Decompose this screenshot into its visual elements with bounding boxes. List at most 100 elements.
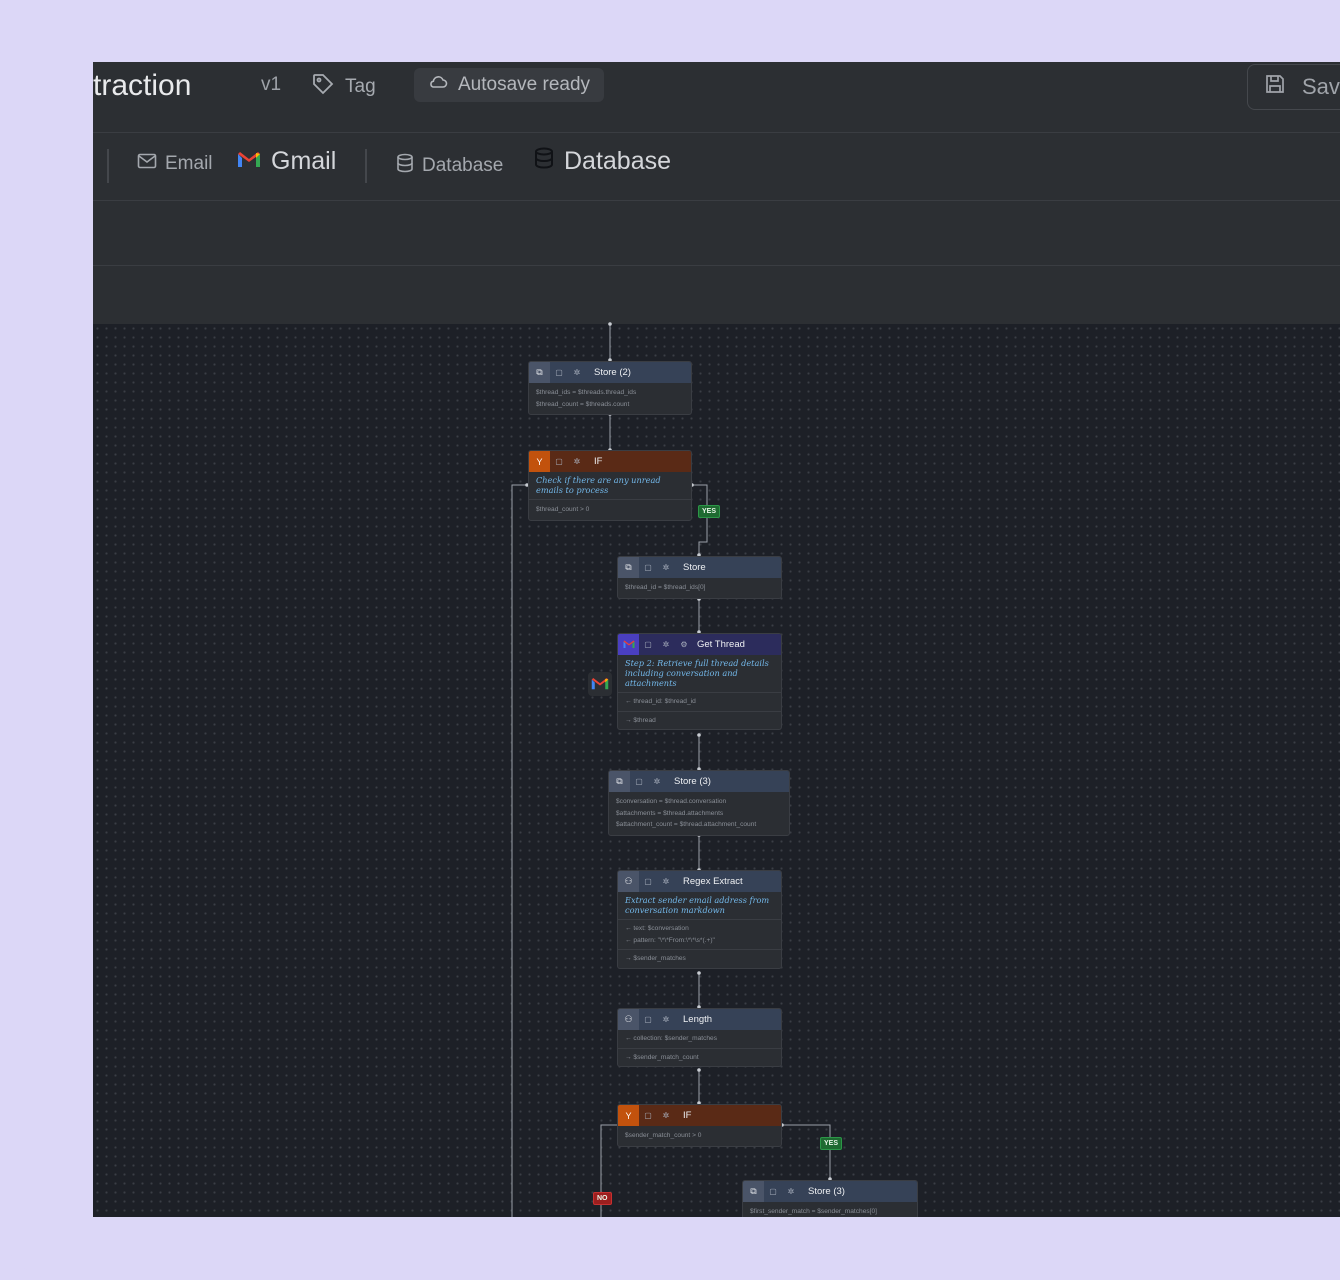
save-icon xyxy=(1264,73,1286,101)
gmail-icon xyxy=(237,147,261,176)
bug-icon[interactable]: ✲ xyxy=(657,634,675,655)
assignment-line: $attachments = $thread.attachments xyxy=(616,809,724,817)
bug-icon[interactable]: ✲ xyxy=(782,1181,800,1202)
database-icon xyxy=(396,153,414,179)
node-title: Store (3) xyxy=(674,776,711,787)
toolbar-row xyxy=(93,201,1340,266)
cloud-icon xyxy=(428,74,448,96)
node-input: ← thread_id: $thread_id xyxy=(618,693,781,712)
node-input: ← collection: $sender_matches xyxy=(618,1030,781,1049)
length-node[interactable]: ⚇ ▢ ✲ Length ← collection: $sender_match… xyxy=(617,1008,782,1067)
copy-icon[interactable]: ▢ xyxy=(764,1181,782,1202)
settings-icon[interactable]: ⚙ xyxy=(675,634,693,655)
divider xyxy=(107,149,109,183)
assignment-line: $conversation = $thread.conversation xyxy=(616,798,727,805)
store-node[interactable]: ⧉ ▢ ✲ Store $thread_id = $thread_ids[0] xyxy=(617,556,782,599)
node-body: $conversation = $thread.conversation $at… xyxy=(609,792,789,835)
node-header: ⧉ ▢ ✲ Store (3) xyxy=(609,771,789,792)
copy-icon[interactable]: ▢ xyxy=(639,871,657,892)
copy-icon[interactable]: ▢ xyxy=(639,1009,657,1030)
database-category[interactable]: Database xyxy=(396,153,503,179)
bug-icon[interactable]: ✲ xyxy=(568,451,586,472)
autosave-status: Autosave ready xyxy=(414,68,605,102)
node-title: Store xyxy=(683,562,706,573)
bug-icon[interactable]: ✲ xyxy=(568,362,586,383)
store-node[interactable]: ⧉ ▢ ✲ Store (3) $conversation = $thread.… xyxy=(608,770,790,836)
node-output: → $sender_match_count xyxy=(625,1053,699,1061)
save-label: Sav xyxy=(1302,74,1340,99)
node-header: ▢ ✲ ⚙ Get Thread xyxy=(618,634,781,655)
node-body: $thread_ids = $threads.thread_ids $threa… xyxy=(529,383,691,414)
mail-icon xyxy=(137,153,157,175)
copy-icon[interactable]: ▢ xyxy=(550,362,568,383)
node-title: Regex Extract xyxy=(683,876,743,887)
get-thread-node[interactable]: ▢ ✲ ⚙ Get Thread Step 2: Retrieve full t… xyxy=(617,633,782,730)
bug-icon[interactable]: ✲ xyxy=(657,1009,675,1030)
node-palette-bar: Email Gmail Database Database xyxy=(93,133,1340,201)
node-header: ⚇ ▢ ✲ Length xyxy=(618,1009,781,1030)
node-title: IF xyxy=(683,1110,692,1121)
bug-icon[interactable]: ✲ xyxy=(657,871,675,892)
node-header: ⧉ ▢ ✲ Store xyxy=(618,557,781,578)
database-icon xyxy=(534,147,554,176)
assignment-line: $attachment_count = $thread.attachment_c… xyxy=(616,821,757,828)
workflow-title[interactable]: traction xyxy=(93,66,191,106)
email-category[interactable]: Email xyxy=(137,153,213,175)
assignment-line: $thread_ids = $threads.thread_ids xyxy=(536,389,637,396)
branch-icon: Y xyxy=(529,451,550,472)
assignment-line: $thread_id = $thread_ids[0] xyxy=(625,584,706,591)
gmail-icon xyxy=(588,672,612,696)
tag-label: Tag xyxy=(345,76,376,97)
no-badge: NO xyxy=(593,1192,612,1205)
node-inputs: ← text: $conversation ← pattern: "\*\*Fr… xyxy=(618,920,781,950)
node-header: ⧉ ▢ ✲ Store (3) xyxy=(743,1181,917,1202)
condition: $thread_count > 0 xyxy=(536,506,590,513)
node-description: Extract sender email address from conver… xyxy=(618,892,781,920)
store-icon: ⧉ xyxy=(609,771,630,792)
autosave-label: Autosave ready xyxy=(458,74,591,95)
node-header: ⧉ ▢ ✲ Store (2) xyxy=(529,362,691,383)
tag-icon xyxy=(311,72,335,102)
store-node[interactable]: ⧉ ▢ ✲ Store (3) $first_sender_match = $s… xyxy=(742,1180,918,1217)
store-node[interactable]: ⧉ ▢ ✲ Store (2) $thread_ids = $threads.t… xyxy=(528,361,692,415)
store-icon: ⧉ xyxy=(529,362,550,383)
store-icon: ⧉ xyxy=(618,557,639,578)
save-button[interactable]: Sav xyxy=(1247,64,1340,110)
workflow-editor: traction v1 Tag Autosave ready Sav Email… xyxy=(93,62,1340,1217)
bug-icon[interactable]: ✲ xyxy=(657,557,675,578)
node-title: Store (2) xyxy=(594,367,631,378)
node-output: → $sender_matches xyxy=(625,955,686,962)
bug-icon[interactable]: ✲ xyxy=(657,1105,675,1126)
node-output: → $thread xyxy=(625,716,656,724)
node-title: Length xyxy=(683,1014,713,1025)
gmail-label: Gmail xyxy=(271,147,337,175)
node-header: ⚇ ▢ ✲ Regex Extract xyxy=(618,871,781,892)
gmail-category[interactable]: Gmail xyxy=(237,147,336,176)
screenshot-frame: traction v1 Tag Autosave ready Sav Email… xyxy=(0,0,1340,1280)
copy-icon[interactable]: ▢ xyxy=(550,451,568,472)
tag-button[interactable]: Tag xyxy=(311,72,376,102)
copy-icon[interactable]: ▢ xyxy=(639,557,657,578)
copy-icon[interactable]: ▢ xyxy=(639,1105,657,1126)
assignment-line: $thread_count = $threads.count xyxy=(536,400,630,408)
if-node[interactable]: Y ▢ ✲ IF $sender_match_count > 0 xyxy=(617,1104,782,1147)
input-line: ← pattern: "\*\*From:\*\*\s*(.+)" xyxy=(625,936,715,944)
copy-icon[interactable]: ▢ xyxy=(639,634,657,655)
node-header: Y ▢ ✲ IF xyxy=(529,451,691,472)
bug-icon[interactable]: ✲ xyxy=(648,771,666,792)
email-label: Email xyxy=(165,153,213,174)
node-description: Check if there are any unread emails to … xyxy=(529,472,691,500)
store-icon: ⧉ xyxy=(743,1181,764,1202)
version-label: v1 xyxy=(261,74,282,95)
node-title: IF xyxy=(594,456,603,467)
branch-icon: Y xyxy=(618,1105,639,1126)
copy-icon[interactable]: ▢ xyxy=(630,771,648,792)
if-node[interactable]: Y ▢ ✲ IF Check if there are any unread e… xyxy=(528,450,692,521)
database-node[interactable]: Database xyxy=(534,147,671,176)
node-header: Y ▢ ✲ IF xyxy=(618,1105,781,1126)
regex-extract-node[interactable]: ⚇ ▢ ✲ Regex Extract Extract sender email… xyxy=(617,870,782,969)
node-title: Store (3) xyxy=(808,1186,845,1197)
toolbar-row xyxy=(93,266,1340,324)
node-title: Get Thread xyxy=(697,639,745,650)
database-big-label: Database xyxy=(564,147,672,175)
